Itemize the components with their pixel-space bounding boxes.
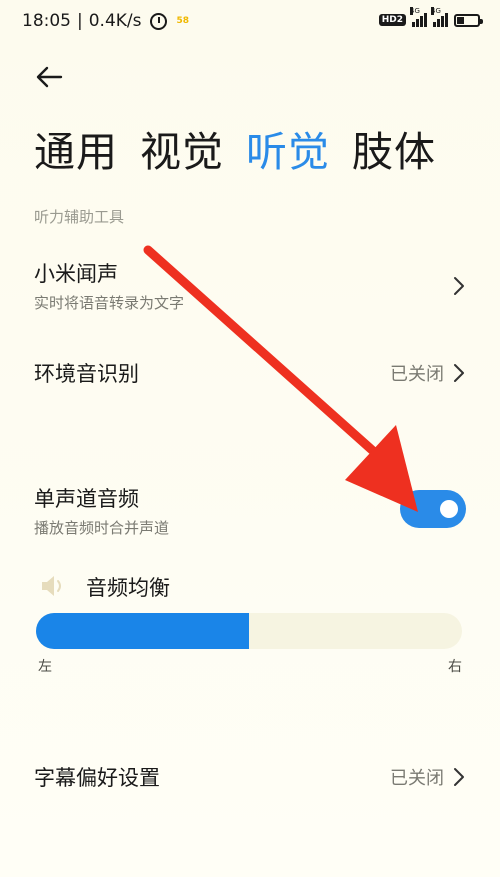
audio-balance-slider[interactable] [36,613,462,649]
mono-audio-title: 单声道音频 [34,487,139,511]
balance-right-label: 右 [448,659,462,675]
caption-preferences-status: 已关闭 [390,768,444,789]
section-header: 听力辅助工具 [34,208,125,226]
status-right: HD2 4G 4G [378,7,483,27]
audio-balance-title: 音频均衡 [86,576,170,600]
network-type-label-2: 4G [431,7,441,15]
back-arrow-icon [36,66,63,88]
ambient-sound-row[interactable]: 环境音识别 已关闭 [34,358,466,388]
caption-preferences-row[interactable]: 字幕偏好设置 已关闭 [34,762,466,792]
network-type-label: 4G [410,7,420,15]
status-left: 18:05 | 0.4K/s 58 [22,11,189,31]
tab-hearing[interactable]: 听觉 [246,118,330,178]
balance-left-label: 左 [38,659,52,675]
xiaomi-wensheng-row[interactable]: 小米闻声 实时将语音转录为文字 [34,258,466,314]
chevron-right-icon [454,277,464,295]
mono-audio-subtitle: 播放音频时合并声道 [34,519,170,537]
hd-voice-icon: HD2 [378,14,406,26]
tab-vision[interactable]: 视觉 [140,118,224,178]
category-tabs: 通用 视觉 听觉 肢体 [34,118,436,178]
back-button[interactable] [34,62,64,92]
accessibility-hearing-page: 18:05 | 0.4K/s 58 HD2 4G 4G 通用 视觉 听觉 肢体 … [0,0,500,877]
battery-icon [454,13,483,27]
signal-icon-2: 4G [431,7,448,27]
tab-general[interactable]: 通用 [34,118,118,178]
status-network-speed: 0.4K/s [88,11,142,31]
mono-audio-toggle[interactable] [400,490,466,528]
mono-audio-row: 单声道音频 播放音频时合并声道 [34,483,380,539]
xiaomi-wensheng-right [452,258,466,314]
xiaomi-wensheng-title: 小米闻声 [34,262,118,286]
tab-physical[interactable]: 肢体 [352,118,436,178]
status-divider: | [77,11,83,31]
caption-preferences-right: 已关闭 [390,762,466,792]
app-notification-icon: 58 [176,16,190,26]
chevron-right-icon [454,364,464,382]
speaker-icon [42,576,61,596]
audio-balance-slider-fill [36,613,249,649]
alarm-icon [149,12,167,30]
toggle-knob [440,500,458,518]
chevron-right-icon [454,768,464,786]
ambient-sound-status: 已关闭 [390,364,444,385]
xiaomi-wensheng-subtitle: 实时将语音转录为文字 [34,294,185,312]
status-time: 18:05 [22,11,71,31]
status-bar: 18:05 | 0.4K/s 58 HD2 4G 4G [0,0,500,46]
ambient-sound-right: 已关闭 [390,358,466,388]
signal-icon: 4G [410,7,427,27]
